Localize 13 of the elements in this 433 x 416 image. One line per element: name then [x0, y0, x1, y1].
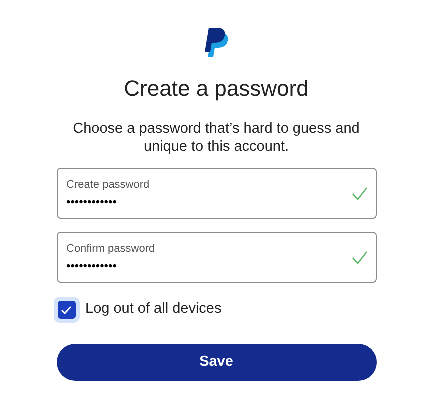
field-label: Create password	[66, 178, 151, 192]
password-input[interactable]: ••••••••••••	[66, 195, 266, 209]
password-field[interactable]: Create password ••••••••••••	[56, 168, 376, 219]
field-label: Confirm password	[66, 242, 156, 256]
password-field[interactable]: Confirm password ••••••••••••	[56, 232, 376, 283]
subtitle: Choose a password that’s hard to guess and unique to this account.	[72, 120, 361, 156]
checkbox[interactable]	[54, 297, 80, 323]
logo-icon	[204, 27, 230, 59]
password-input[interactable]: ••••••••••••	[66, 259, 266, 273]
checkbox-label: Log out of all devices	[86, 300, 222, 320]
page-title: Create a password	[124, 75, 309, 103]
checkmark-icon	[61, 306, 72, 314]
save-button[interactable]: Save	[56, 344, 376, 381]
